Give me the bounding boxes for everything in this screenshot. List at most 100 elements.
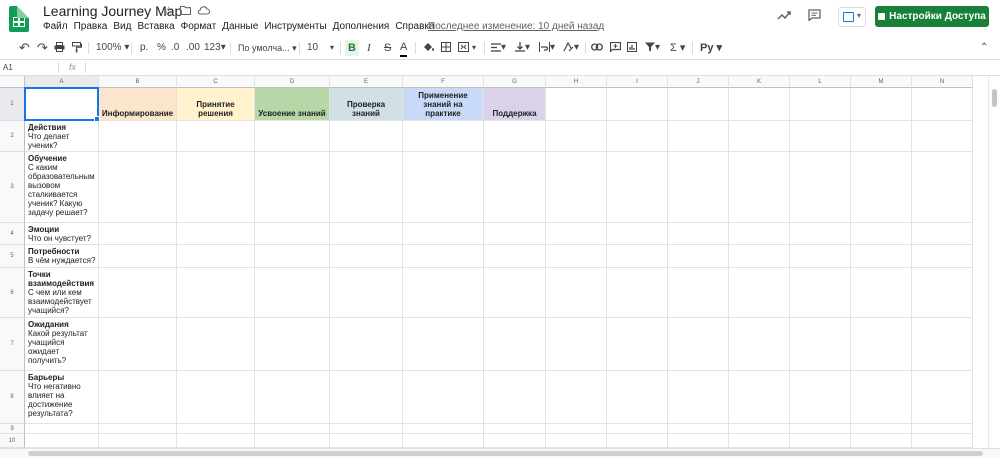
stage-header-cell[interactable]: Информирование <box>99 88 177 121</box>
cell-i2[interactable] <box>607 121 668 152</box>
column-header-n[interactable]: N <box>912 76 973 88</box>
formula-input[interactable] <box>90 60 985 75</box>
cell-l8[interactable] <box>790 371 851 424</box>
cell-e2[interactable] <box>330 121 403 152</box>
cell-h2[interactable] <box>546 121 607 152</box>
font-size-select[interactable]: 10 <box>307 37 318 59</box>
format-currency-button[interactable]: р. <box>140 37 148 59</box>
cell-h5[interactable] <box>546 245 607 268</box>
cell-h1[interactable] <box>546 88 607 121</box>
column-header-l[interactable]: L <box>790 76 851 88</box>
cell-j5[interactable] <box>668 245 729 268</box>
cell-n8[interactable] <box>912 371 973 424</box>
stage-header-cell[interactable]: Поддержка <box>484 88 546 121</box>
cell-j8[interactable] <box>668 371 729 424</box>
cell-f5[interactable] <box>403 245 484 268</box>
menu-format[interactable]: Формат <box>181 21 217 32</box>
text-color-button[interactable]: A <box>400 39 408 57</box>
cell-n6[interactable] <box>912 268 973 318</box>
vertical-align-icon[interactable]: ▾ <box>515 37 530 59</box>
row-header-7[interactable]: 7 <box>0 318 25 371</box>
stage-header-cell[interactable]: Принятие решения <box>177 88 255 121</box>
stage-header-cell[interactable]: Усвоение знаний <box>255 88 330 121</box>
cell-d10[interactable] <box>255 434 330 448</box>
cell-d5[interactable] <box>255 245 330 268</box>
cell-b4[interactable] <box>99 223 177 245</box>
cell-e9[interactable] <box>330 424 403 434</box>
cell-k10[interactable] <box>729 434 790 448</box>
row-label-cell[interactable]: Потребности В чём нуждается? <box>25 245 99 268</box>
cell-h8[interactable] <box>546 371 607 424</box>
column-header-g[interactable]: G <box>484 76 546 88</box>
cell-f9[interactable] <box>403 424 484 434</box>
menu-insert[interactable]: Вставка <box>137 21 174 32</box>
cell-m10[interactable] <box>851 434 912 448</box>
scrollbar-thumb[interactable] <box>28 451 983 456</box>
cell-h10[interactable] <box>546 434 607 448</box>
cell-c4[interactable] <box>177 223 255 245</box>
undo-icon[interactable]: ↶ <box>19 37 30 59</box>
row-label-cell[interactable]: Ожидания Какой результат учащийся ожидает по… <box>25 318 99 371</box>
cell-i9[interactable] <box>607 424 668 434</box>
stage-header-cell[interactable]: Применение знаний на практике <box>403 88 484 121</box>
bold-button[interactable]: B <box>345 40 359 56</box>
cell-g10[interactable] <box>484 434 546 448</box>
cell-g7[interactable] <box>484 318 546 371</box>
menu-addons[interactable]: Дополнения <box>333 21 390 32</box>
cell-g9[interactable] <box>484 424 546 434</box>
cell-i10[interactable] <box>607 434 668 448</box>
cell-i1[interactable] <box>607 88 668 121</box>
cell-l9[interactable] <box>790 424 851 434</box>
cell-n2[interactable] <box>912 121 973 152</box>
vertical-scrollbar[interactable] <box>988 76 1000 448</box>
cell-h4[interactable] <box>546 223 607 245</box>
cell-h7[interactable] <box>546 318 607 371</box>
cell-c6[interactable] <box>177 268 255 318</box>
cell-k8[interactable] <box>729 371 790 424</box>
cell-g2[interactable] <box>484 121 546 152</box>
cell-g8[interactable] <box>484 371 546 424</box>
cell-n9[interactable] <box>912 424 973 434</box>
row-header-9[interactable]: 9 <box>0 424 25 434</box>
cell-l5[interactable] <box>790 245 851 268</box>
cell-m4[interactable] <box>851 223 912 245</box>
cell-e8[interactable] <box>330 371 403 424</box>
cell-f10[interactable] <box>403 434 484 448</box>
cell-l1[interactable] <box>790 88 851 121</box>
cell-c5[interactable] <box>177 245 255 268</box>
column-header-i[interactable]: I <box>607 76 668 88</box>
share-button[interactable]: Настройки Доступа <box>875 6 989 27</box>
row-header-6[interactable]: 6 <box>0 268 25 318</box>
cell-h6[interactable] <box>546 268 607 318</box>
cell-e4[interactable] <box>330 223 403 245</box>
cell-f3[interactable] <box>403 152 484 223</box>
insert-link-icon[interactable] <box>591 37 603 59</box>
decrease-decimals-button[interactable]: .0 <box>171 37 179 59</box>
cell-j6[interactable] <box>668 268 729 318</box>
cell-n4[interactable] <box>912 223 973 245</box>
borders-icon[interactable] <box>441 37 451 59</box>
column-header-m[interactable]: M <box>851 76 912 88</box>
row-label-cell[interactable]: Барьеры Что негативно влияет на достижение р… <box>25 371 99 424</box>
cell-h3[interactable] <box>546 152 607 223</box>
cell-n7[interactable] <box>912 318 973 371</box>
format-percent-button[interactable]: % <box>157 37 166 59</box>
stage-header-cell[interactable]: Проверка знаний <box>330 88 403 121</box>
cell-j1[interactable] <box>668 88 729 121</box>
cell-g4[interactable] <box>484 223 546 245</box>
cell-d3[interactable] <box>255 152 330 223</box>
cell-e6[interactable] <box>330 268 403 318</box>
collapse-menu-icon[interactable]: ⌃ <box>980 37 988 59</box>
cell-g5[interactable] <box>484 245 546 268</box>
italic-button[interactable]: I <box>367 37 371 59</box>
cell-l10[interactable] <box>790 434 851 448</box>
cell-m5[interactable] <box>851 245 912 268</box>
cell-m1[interactable] <box>851 88 912 121</box>
cell-l2[interactable] <box>790 121 851 152</box>
column-header-a[interactable]: A <box>25 76 99 88</box>
cloud-status-icon[interactable] <box>197 4 211 18</box>
more-formats-select[interactable]: 123▾ <box>204 37 226 59</box>
column-header-j[interactable]: J <box>668 76 729 88</box>
cell-e10[interactable] <box>330 434 403 448</box>
row-header-1[interactable]: 1 <box>0 88 25 121</box>
